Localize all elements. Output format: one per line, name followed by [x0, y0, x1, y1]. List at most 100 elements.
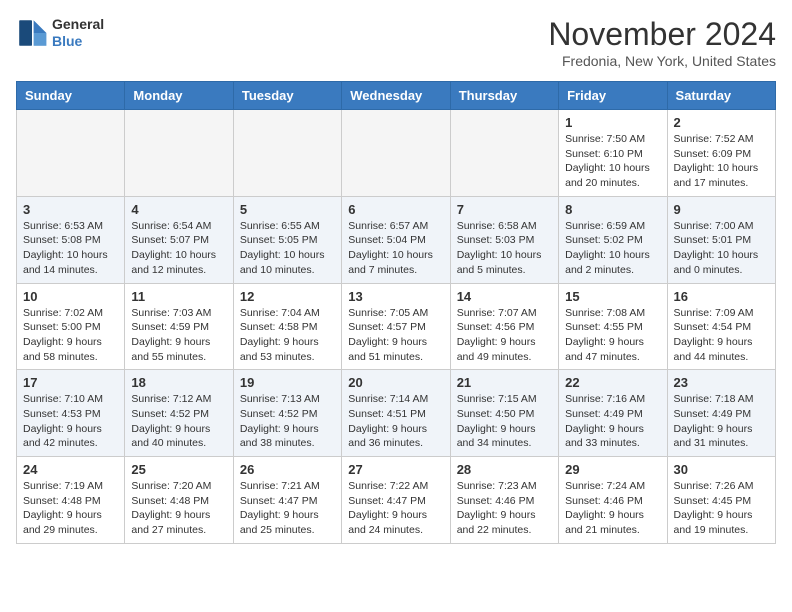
calendar-cell — [233, 110, 341, 197]
weekday-header-wednesday: Wednesday — [342, 82, 450, 110]
day-number: 22 — [565, 375, 660, 390]
day-number: 24 — [23, 462, 118, 477]
day-number: 19 — [240, 375, 335, 390]
day-number: 28 — [457, 462, 552, 477]
day-info: Sunrise: 7:16 AM Sunset: 4:49 PM Dayligh… — [565, 392, 660, 451]
calendar-cell: 9 Sunrise: 7:00 AM Sunset: 5:01 PM Daylig… — [667, 196, 775, 283]
calendar-cell: 7 Sunrise: 6:58 AM Sunset: 5:03 PM Daylig… — [450, 196, 558, 283]
calendar-cell: 25 Sunrise: 7:20 AM Sunset: 4:48 PM Dayli… — [125, 457, 233, 544]
day-number: 25 — [131, 462, 226, 477]
day-info: Sunrise: 7:22 AM Sunset: 4:47 PM Dayligh… — [348, 479, 443, 538]
weekday-header-monday: Monday — [125, 82, 233, 110]
calendar-cell: 6 Sunrise: 6:57 AM Sunset: 5:04 PM Daylig… — [342, 196, 450, 283]
day-number: 13 — [348, 289, 443, 304]
calendar-cell: 20Sunrise: 7:14 AM Sunset: 4:51 PM Dayli… — [342, 370, 450, 457]
day-info: Sunrise: 6:57 AM Sunset: 5:04 PM Dayligh… — [348, 219, 443, 278]
day-number: 20 — [348, 375, 443, 390]
title-block: November 2024 Fredonia, New York, United… — [548, 16, 776, 69]
calendar-cell: 5 Sunrise: 6:55 AM Sunset: 5:05 PM Daylig… — [233, 196, 341, 283]
calendar-cell: 22 Sunrise: 7:16 AM Sunset: 4:49 PM Dayli… — [559, 370, 667, 457]
day-info: Sunrise: 7:09 AM Sunset: 4:54 PM Dayligh… — [674, 306, 769, 365]
logo: General Blue — [16, 16, 104, 50]
day-info: Sunrise: 6:53 AM Sunset: 5:08 PM Dayligh… — [23, 219, 118, 278]
day-info: Sunrise: 7:05 AM Sunset: 4:57 PM Dayligh… — [348, 306, 443, 365]
day-number: 15 — [565, 289, 660, 304]
day-number: 3 — [23, 202, 118, 217]
day-number: 27 — [348, 462, 443, 477]
day-number: 16 — [674, 289, 769, 304]
calendar-cell: 27 Sunrise: 7:22 AM Sunset: 4:47 PM Dayli… — [342, 457, 450, 544]
day-number: 10 — [23, 289, 118, 304]
day-info: Sunrise: 7:04 AM Sunset: 4:58 PM Dayligh… — [240, 306, 335, 365]
calendar-week-3: 10 Sunrise: 7:02 AM Sunset: 5:00 PM Dayli… — [17, 283, 776, 370]
day-number: 7 — [457, 202, 552, 217]
page-header: General Blue November 2024 Fredonia, New… — [16, 16, 776, 69]
day-number: 12 — [240, 289, 335, 304]
day-info: Sunrise: 7:02 AM Sunset: 5:00 PM Dayligh… — [23, 306, 118, 365]
day-info: Sunrise: 7:23 AM Sunset: 4:46 PM Dayligh… — [457, 479, 552, 538]
day-info: Sunrise: 7:13 AM Sunset: 4:52 PM Dayligh… — [240, 392, 335, 451]
calendar-cell: 24 Sunrise: 7:19 AM Sunset: 4:48 PM Dayli… — [17, 457, 125, 544]
day-info: Sunrise: 7:12 AM Sunset: 4:52 PM Dayligh… — [131, 392, 226, 451]
day-info: Sunrise: 7:03 AM Sunset: 4:59 PM Dayligh… — [131, 306, 226, 365]
day-info: Sunrise: 6:59 AM Sunset: 5:02 PM Dayligh… — [565, 219, 660, 278]
calendar-cell — [17, 110, 125, 197]
day-info: Sunrise: 7:19 AM Sunset: 4:48 PM Dayligh… — [23, 479, 118, 538]
calendar: SundayMondayTuesdayWednesdayThursdayFrid… — [16, 81, 776, 544]
calendar-cell: 18Sunrise: 7:12 AM Sunset: 4:52 PM Dayli… — [125, 370, 233, 457]
day-info: Sunrise: 7:00 AM Sunset: 5:01 PM Dayligh… — [674, 219, 769, 278]
day-info: Sunrise: 6:55 AM Sunset: 5:05 PM Dayligh… — [240, 219, 335, 278]
day-number: 23 — [674, 375, 769, 390]
calendar-cell: 10 Sunrise: 7:02 AM Sunset: 5:00 PM Dayli… — [17, 283, 125, 370]
calendar-cell: 8 Sunrise: 6:59 AM Sunset: 5:02 PM Daylig… — [559, 196, 667, 283]
calendar-cell: 29 Sunrise: 7:24 AM Sunset: 4:46 PM Dayli… — [559, 457, 667, 544]
day-number: 5 — [240, 202, 335, 217]
calendar-cell — [125, 110, 233, 197]
day-info: Sunrise: 7:10 AM Sunset: 4:53 PM Dayligh… — [23, 392, 118, 451]
calendar-week-1: 1 Sunrise: 7:50 AM Sunset: 6:10 PM Daylig… — [17, 110, 776, 197]
calendar-week-4: 17 Sunrise: 7:10 AM Sunset: 4:53 PM Dayli… — [17, 370, 776, 457]
day-info: Sunrise: 7:21 AM Sunset: 4:47 PM Dayligh… — [240, 479, 335, 538]
calendar-cell: 26 Sunrise: 7:21 AM Sunset: 4:47 PM Dayli… — [233, 457, 341, 544]
calendar-cell: 17 Sunrise: 7:10 AM Sunset: 4:53 PM Dayli… — [17, 370, 125, 457]
day-info: Sunrise: 6:58 AM Sunset: 5:03 PM Dayligh… — [457, 219, 552, 278]
day-info: Sunrise: 7:08 AM Sunset: 4:55 PM Dayligh… — [565, 306, 660, 365]
day-info: Sunrise: 7:24 AM Sunset: 4:46 PM Dayligh… — [565, 479, 660, 538]
calendar-cell: 14 Sunrise: 7:07 AM Sunset: 4:56 PM Dayli… — [450, 283, 558, 370]
calendar-cell: 4Sunrise: 6:54 AM Sunset: 5:07 PM Daylig… — [125, 196, 233, 283]
day-info: Sunrise: 7:26 AM Sunset: 4:45 PM Dayligh… — [674, 479, 769, 538]
calendar-cell: 15 Sunrise: 7:08 AM Sunset: 4:55 PM Dayli… — [559, 283, 667, 370]
day-number: 4 — [131, 202, 226, 217]
weekday-header-tuesday: Tuesday — [233, 82, 341, 110]
day-number: 21 — [457, 375, 552, 390]
calendar-cell: 28 Sunrise: 7:23 AM Sunset: 4:46 PM Dayli… — [450, 457, 558, 544]
day-info: Sunrise: 7:15 AM Sunset: 4:50 PM Dayligh… — [457, 392, 552, 451]
day-number: 8 — [565, 202, 660, 217]
calendar-cell: 3 Sunrise: 6:53 AM Sunset: 5:08 PM Daylig… — [17, 196, 125, 283]
day-number: 9 — [674, 202, 769, 217]
calendar-cell: 1 Sunrise: 7:50 AM Sunset: 6:10 PM Daylig… — [559, 110, 667, 197]
weekday-header-friday: Friday — [559, 82, 667, 110]
day-info: Sunrise: 7:50 AM Sunset: 6:10 PM Dayligh… — [565, 132, 660, 191]
weekday-header-saturday: Saturday — [667, 82, 775, 110]
logo-icon — [16, 17, 48, 49]
calendar-cell: 23Sunrise: 7:18 AM Sunset: 4:49 PM Dayli… — [667, 370, 775, 457]
day-number: 26 — [240, 462, 335, 477]
calendar-cell: 13 Sunrise: 7:05 AM Sunset: 4:57 PM Dayli… — [342, 283, 450, 370]
day-number: 29 — [565, 462, 660, 477]
calendar-cell: 21 Sunrise: 7:15 AM Sunset: 4:50 PM Dayli… — [450, 370, 558, 457]
day-number: 2 — [674, 115, 769, 130]
day-number: 6 — [348, 202, 443, 217]
day-info: Sunrise: 7:07 AM Sunset: 4:56 PM Dayligh… — [457, 306, 552, 365]
day-number: 14 — [457, 289, 552, 304]
location: Fredonia, New York, United States — [548, 53, 776, 69]
day-number: 1 — [565, 115, 660, 130]
calendar-week-2: 3 Sunrise: 6:53 AM Sunset: 5:08 PM Daylig… — [17, 196, 776, 283]
day-number: 11 — [131, 289, 226, 304]
day-info: Sunrise: 7:52 AM Sunset: 6:09 PM Dayligh… — [674, 132, 769, 191]
calendar-cell — [342, 110, 450, 197]
day-number: 17 — [23, 375, 118, 390]
calendar-week-5: 24 Sunrise: 7:19 AM Sunset: 4:48 PM Dayli… — [17, 457, 776, 544]
day-info: Sunrise: 7:20 AM Sunset: 4:48 PM Dayligh… — [131, 479, 226, 538]
logo-text: General Blue — [52, 16, 104, 50]
